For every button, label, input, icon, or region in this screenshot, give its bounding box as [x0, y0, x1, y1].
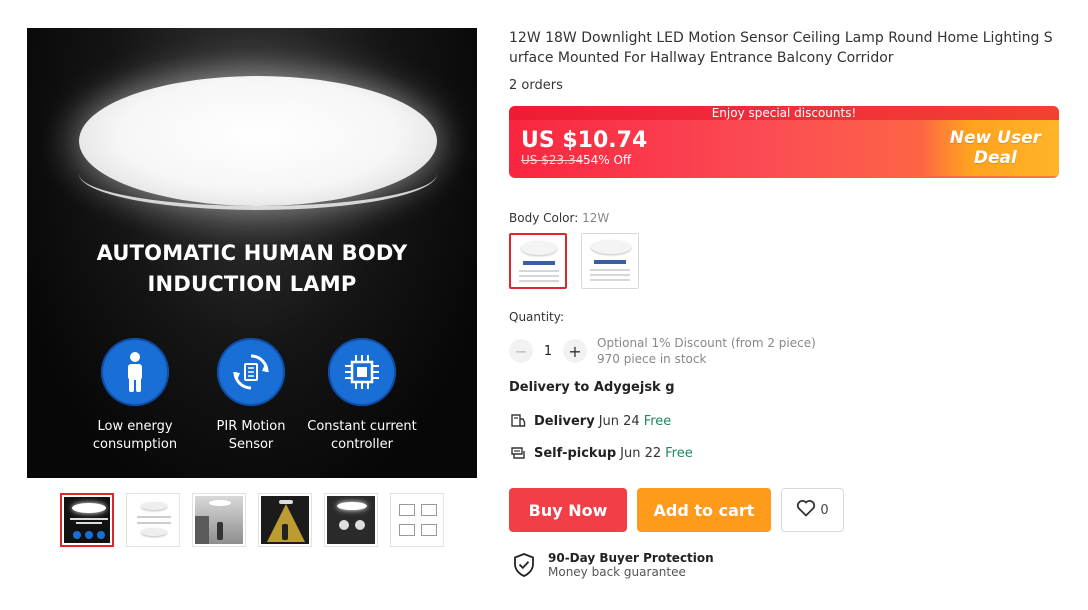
- feature-label-line2: controller: [330, 437, 394, 452]
- thumbnail-1[interactable]: [60, 493, 114, 547]
- feature-label-line2: consumption: [92, 437, 178, 452]
- feature-constant-current: Constant current controller: [297, 338, 427, 454]
- quantity-value[interactable]: 1: [533, 344, 563, 359]
- thumbnail-5[interactable]: [324, 493, 378, 547]
- feature-label-line1: Constant current: [307, 419, 417, 434]
- buyer-protection[interactable]: 90-Day Buyer Protection Money back guara…: [509, 550, 714, 580]
- delivery-option: Delivery Jun 24 Free: [509, 412, 671, 430]
- promo-title: AUTOMATIC HUMAN BODY INDUCTION LAMP: [27, 238, 477, 300]
- thumbnail-6[interactable]: [390, 493, 444, 547]
- shield-check-icon: [509, 550, 539, 580]
- pickup-label: Self-pickup: [534, 445, 617, 461]
- product-title: 12W 18W Downlight LED Motion Sensor Ceil…: [509, 30, 1053, 66]
- pickup-date: Jun 22: [620, 445, 662, 461]
- color-option-18w[interactable]: [581, 233, 639, 289]
- delivery-date: Jun 24: [598, 413, 640, 429]
- original-price: US $23.34: [521, 153, 584, 167]
- protection-subtitle: Money back guarantee: [548, 565, 686, 579]
- thumbnail-strip: [60, 493, 444, 547]
- quantity-label: Quantity:: [509, 310, 565, 324]
- discount-percent: 54% Off: [583, 153, 632, 167]
- promo-title-line2: INDUCTION LAMP: [147, 272, 357, 296]
- refresh-sensor-icon: [217, 338, 285, 406]
- feature-low-energy: Low energy consumption: [70, 338, 200, 454]
- quantity-decrease-button[interactable]: −: [509, 339, 533, 363]
- color-option-12w[interactable]: [509, 233, 567, 289]
- buy-now-button[interactable]: Buy Now: [509, 488, 627, 532]
- quantity-stepper: − 1 + Optional 1% Discount (from 2 piece…: [509, 335, 816, 367]
- color-label-text: Body Color:: [509, 211, 579, 225]
- action-buttons: Buy Now Add to cart 0: [509, 488, 844, 532]
- wishlist-button[interactable]: 0: [781, 488, 844, 532]
- self-pickup-option: Self-pickup Jun 22 Free: [509, 444, 693, 462]
- current-price: US $10.74: [521, 128, 648, 153]
- main-product-image[interactable]: AUTOMATIC HUMAN BODY INDUCTION LAMP Low …: [27, 28, 477, 478]
- chip-icon: [328, 338, 396, 406]
- protection-title: 90-Day Buyer Protection: [548, 551, 714, 565]
- delivery-label: Delivery: [534, 413, 595, 429]
- add-to-cart-button[interactable]: Add to cart: [637, 488, 771, 532]
- color-options: [509, 233, 639, 289]
- new-user-deal-badge: New User Deal: [950, 128, 1041, 168]
- price-banner: Enjoy special discounts! US $10.74 US $2…: [509, 106, 1059, 178]
- quantity-increase-button[interactable]: +: [563, 339, 587, 363]
- color-value-text: 12W: [582, 211, 610, 225]
- quantity-discount-note: Optional 1% Discount (from 2 piece): [597, 336, 816, 350]
- delivery-icon: [509, 412, 527, 430]
- deal-line1: New User: [949, 128, 1041, 148]
- delivery-destination[interactable]: Delivery to Adygejsk g: [509, 380, 675, 395]
- thumbnail-4[interactable]: [258, 493, 312, 547]
- person-icon: [101, 338, 169, 406]
- ceiling-lamp-image: [79, 76, 437, 206]
- quantity-info: Optional 1% Discount (from 2 piece) 970 …: [597, 335, 816, 367]
- heart-icon: [796, 499, 816, 521]
- pickup-price: Free: [665, 445, 693, 461]
- product-info-panel: 12W 18W Downlight LED Motion Sensor Ceil…: [509, 28, 1061, 579]
- feature-label-line1: Low energy: [97, 419, 173, 434]
- thumbnail-2[interactable]: [126, 493, 180, 547]
- stock-count: 970 piece in stock: [597, 352, 707, 366]
- order-count: 2 orders: [509, 78, 563, 93]
- wishlist-count: 0: [820, 502, 829, 518]
- promo-title-line1: AUTOMATIC HUMAN BODY: [96, 241, 408, 265]
- thumbnail-3[interactable]: [192, 493, 246, 547]
- pickup-icon: [509, 444, 527, 462]
- body-color-label: Body Color: 12W: [509, 211, 609, 225]
- delivery-price: Free: [643, 413, 672, 429]
- deal-line2: Deal: [973, 148, 1017, 168]
- promo-label: Enjoy special discounts!: [509, 106, 1059, 120]
